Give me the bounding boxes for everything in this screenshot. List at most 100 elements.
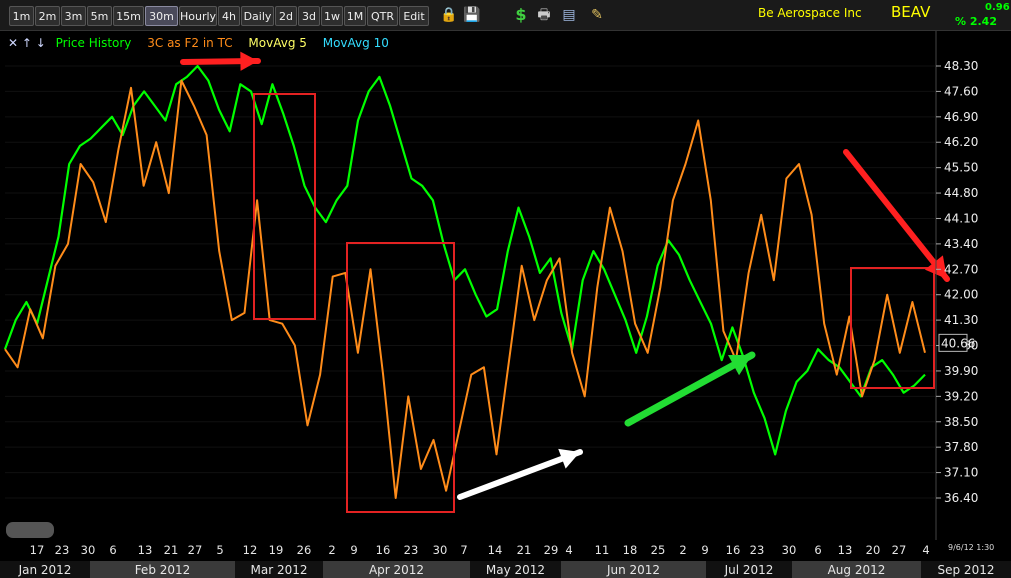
x-tick-label: 30 [81, 543, 96, 557]
timeframe-button-15m[interactable]: 15m [113, 6, 144, 26]
arrow-head [240, 51, 258, 71]
y-tick-label: 43.40 [944, 237, 978, 251]
company-name: Be Aerospace Inc [758, 6, 862, 20]
x-tick-label: 29 [544, 543, 559, 557]
x-tick-label: 23 [404, 543, 419, 557]
y-tick-label: 46.90 [944, 110, 978, 124]
pencil-icon[interactable]: ✎ [588, 5, 606, 25]
y-tick-label: 46.20 [944, 135, 978, 149]
y-tick-label: 41.30 [944, 313, 978, 327]
x-tick-label: 17 [30, 543, 45, 557]
y-tick-label: 38.50 [944, 415, 978, 429]
y-tick-label: 37.10 [944, 466, 978, 480]
x-tick-label: 30 [782, 543, 797, 557]
x-tick-label: 4 [565, 543, 572, 557]
timeframe-button-1w[interactable]: 1w [321, 6, 343, 26]
x-tick-label: 4 [922, 543, 929, 557]
annotation-box [850, 267, 935, 389]
x-tick-label: 7 [460, 543, 467, 557]
x-tick-label: 5 [216, 543, 223, 557]
last-date: 9/6/12 1:30 [948, 543, 995, 552]
y-tick-label: 42.70 [944, 262, 978, 276]
timeframe-button-2d[interactable]: 2d [275, 6, 297, 26]
month-label: Aug 2012 [828, 563, 886, 577]
y-tick-label: 36.40 [944, 491, 978, 505]
x-tick-label: 6 [109, 543, 116, 557]
x-tick-label: 2 [679, 543, 686, 557]
x-tick-label: 6 [814, 543, 821, 557]
x-tick-label: 13 [138, 543, 153, 557]
x-tick-label: 25 [651, 543, 666, 557]
month-label: Jul 2012 [724, 563, 774, 577]
month-label: Sep 2012 [938, 563, 995, 577]
y-tick-label: 44.80 [944, 186, 978, 200]
x-tick-label: 21 [164, 543, 179, 557]
save-icon[interactable]: 💾 [463, 5, 481, 25]
y-tick-label: 42.00 [944, 288, 978, 302]
timeframe-button-qtr[interactable]: QTR [367, 6, 398, 26]
month-label: Mar 2012 [251, 563, 308, 577]
x-tick-label: 20 [866, 543, 881, 557]
x-tick-label: 2 [328, 543, 335, 557]
timeframe-button-4h[interactable]: 4h [218, 6, 240, 26]
series-line [4, 79, 926, 499]
legend-controls-icon[interactable]: ✕ ↑ ↓ [8, 36, 46, 50]
legend-3c[interactable]: 3C as F2 in TC [147, 36, 232, 50]
price-chart[interactable]: 48.30 47.60 46.90 46.20 45.50 44.80 44.10 43.40… [0, 0, 1011, 578]
y-tick-label: 45.50 [944, 161, 978, 175]
month-label: Feb 2012 [135, 563, 191, 577]
card-icon[interactable]: ▤ [560, 5, 578, 25]
x-tick-label: 9 [701, 543, 708, 557]
current-price-label: 40.66 [941, 336, 975, 350]
x-tick-label: 14 [488, 543, 503, 557]
x-tick-label: 13 [838, 543, 853, 557]
print-icon[interactable]: 🖶 [535, 5, 553, 25]
timeframe-button-daily[interactable]: Daily [241, 6, 274, 26]
x-tick-label: 16 [376, 543, 391, 557]
month-label: Jun 2012 [606, 563, 660, 577]
x-tick-label: 23 [750, 543, 765, 557]
ticker-symbol: BEAV [891, 3, 931, 21]
x-tick-label: 16 [726, 543, 741, 557]
timeframe-button-1m[interactable]: 1M [344, 6, 366, 26]
x-tick-label: 23 [55, 543, 70, 557]
price-change: 0.96 [985, 2, 1010, 13]
legend-price-history[interactable]: Price History [56, 36, 132, 50]
x-tick-label: 18 [623, 543, 638, 557]
timeframe-button-2m[interactable]: 2m [35, 6, 60, 26]
y-axis: 48.30 47.60 46.90 46.20 45.50 44.80 44.10 43.40… [935, 30, 978, 540]
timeframe-button-3d[interactable]: 3d [298, 6, 320, 26]
x-tick-label: 12 [243, 543, 258, 557]
chart-legend: ✕ ↑ ↓ Price History 3C as F2 in TC MovAv… [8, 36, 401, 50]
timeframe-button-5m[interactable]: 5m [87, 6, 112, 26]
x-tick-label: 27 [892, 543, 907, 557]
y-tick-label: 47.60 [944, 84, 978, 98]
timeframe-button-1m[interactable]: 1m [9, 6, 34, 26]
annotation-arrow [843, 149, 950, 282]
x-axis: 17 23 30 6 13 21 27 5 12 19 26 2 9 16 23 30 7 14 21 29 4 11 18… [0, 543, 1011, 578]
y-tick-label: 39.90 [944, 364, 978, 378]
dollar-icon[interactable]: $ [512, 5, 530, 25]
lock-icon[interactable]: 🔒 [440, 5, 458, 25]
x-tick-label: 30 [433, 543, 448, 557]
series-group [3, 64, 926, 499]
month-label: Jan 2012 [18, 563, 72, 577]
x-tick-label: 19 [269, 543, 284, 557]
month-label: Apr 2012 [369, 563, 424, 577]
scroll-handle [6, 522, 54, 538]
annotation-box [253, 93, 316, 320]
timeframe-button-30m[interactable]: 30m [145, 6, 178, 26]
y-tick-label: 48.30 [944, 59, 978, 73]
legend-movavg-10[interactable]: MovAvg 10 [323, 36, 389, 50]
timeframe-button-edit[interactable]: Edit [399, 6, 429, 26]
x-tick-label: 11 [595, 543, 610, 557]
annotation-box [346, 242, 455, 513]
timeframe-button-hourly[interactable]: Hourly [179, 6, 217, 26]
annotation-arrow [624, 351, 756, 427]
legend-movavg-5[interactable]: MovAvg 5 [248, 36, 306, 50]
percent-change: % 2.42 [955, 15, 997, 28]
x-tick-label: 27 [188, 543, 203, 557]
y-tick-label: 44.10 [944, 211, 978, 225]
x-tick-label: 9 [350, 543, 357, 557]
timeframe-button-3m[interactable]: 3m [61, 6, 86, 26]
